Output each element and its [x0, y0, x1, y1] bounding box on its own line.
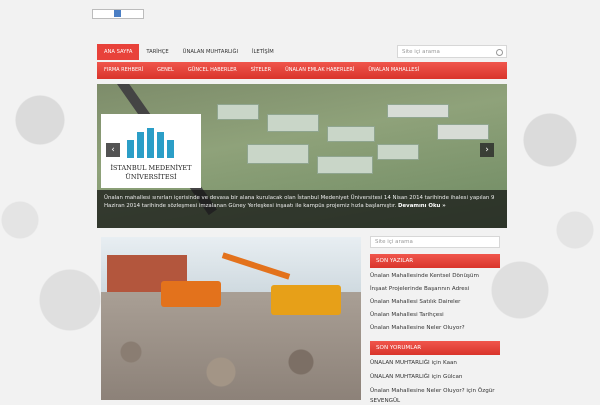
category-siteler[interactable]: SİTELER — [244, 62, 278, 79]
recent-posts-title: SON YAZILAR — [370, 254, 500, 268]
recent-comment-link[interactable]: ÜNALAN MUHTARLIĞI için Gülcan — [370, 372, 500, 383]
category-emlak-haberleri[interactable]: ÜNALAN EMLAK HABERLERİ — [278, 62, 361, 79]
recent-post-link[interactable]: Ünalan Mahallesinde Kentsel Dönüşüm — [370, 270, 500, 283]
background-decoration-left — [0, 0, 110, 400]
slider-building — [377, 144, 419, 160]
slider-building — [247, 144, 309, 164]
nav-item-contact[interactable]: İLETİŞİM — [245, 44, 281, 60]
top-navigation: ANA SAYFA TARİHÇE ÜNALAN MUHTARLIĞI İLET… — [97, 44, 281, 60]
category-navigation: FIRMA REHBERİ GENEL GÜNCEL HABERLER SİTE… — [97, 62, 507, 79]
slider-building — [327, 126, 375, 142]
search-placeholder: Site içi arama — [402, 49, 440, 55]
excavator-shape — [161, 281, 221, 307]
logo-text-line2: ÜNİVERSİTESİ — [125, 173, 177, 181]
recent-comment-link[interactable]: ÜNALAN MUHTARLIĞI için Kaan — [370, 358, 500, 369]
nav-item-home[interactable]: ANA SAYFA — [97, 44, 140, 60]
slider-building — [267, 114, 319, 132]
recent-posts-list: Ünalan Mahallesinde Kentsel Dönüşüm İnşa… — [370, 270, 500, 335]
sidebar-search-input[interactable]: Site içi arama — [370, 236, 500, 248]
flag-icon — [114, 10, 121, 17]
excavator-shape — [271, 285, 341, 315]
logo-text-line1: İSTANBUL MEDENİYET — [110, 164, 192, 172]
nav-item-history[interactable]: TARİHÇE — [139, 44, 175, 60]
recent-comments-list: ÜNALAN MUHTARLIĞI için Kaan ÜNALAN MUHTA… — [370, 358, 500, 405]
slider-caption: Ünalan mahallesi sınırları içerisinde ve… — [97, 190, 507, 228]
category-unalan-mahallesi[interactable]: ÜNALAN MAHALLESİ — [361, 62, 426, 79]
read-more-link[interactable]: Devamını Oku » — [398, 203, 446, 209]
slider-building — [317, 156, 373, 174]
sidebar-search-placeholder: Site içi arama — [375, 239, 413, 245]
category-genel[interactable]: GENEL — [150, 62, 181, 79]
recent-comment-link[interactable]: Ünalan Mahallesine Neler Oluyor? için Öz… — [370, 386, 500, 397]
slider-building — [387, 104, 449, 118]
category-guncel-haberler[interactable]: GÜNCEL HABERLER — [181, 62, 244, 79]
slider-next-arrow-icon[interactable]: › — [480, 143, 494, 157]
slider-prev-arrow-icon[interactable]: ‹ — [106, 143, 120, 157]
search-input[interactable]: Site içi arama — [397, 45, 507, 58]
slider-building — [437, 124, 489, 140]
recent-post-link[interactable]: Ünalan Mahallesi Tarihçesi — [370, 309, 500, 322]
search-icon[interactable] — [496, 49, 503, 56]
recent-comments-title: SON YORUMLAR — [370, 341, 500, 355]
logo-columns-icon — [127, 128, 175, 158]
recent-post-link[interactable]: Ünalan Mahallesi Satılık Daireler — [370, 296, 500, 309]
category-firma-rehberi[interactable]: FIRMA REHBERİ — [97, 62, 150, 79]
article-image[interactable] — [101, 237, 361, 400]
recent-post-link[interactable]: İnşaat Projelerinde Başarının Adresi — [370, 283, 500, 296]
recent-comment-link[interactable]: SEVENGÜL — [370, 397, 500, 405]
top-widget-box[interactable] — [92, 9, 144, 19]
slider-building — [217, 104, 259, 120]
recent-post-link[interactable]: Ünalan Mahallesine Neler Oluyor? — [370, 322, 500, 335]
nav-item-headman[interactable]: ÜNALAN MUHTARLIĞI — [176, 44, 245, 60]
